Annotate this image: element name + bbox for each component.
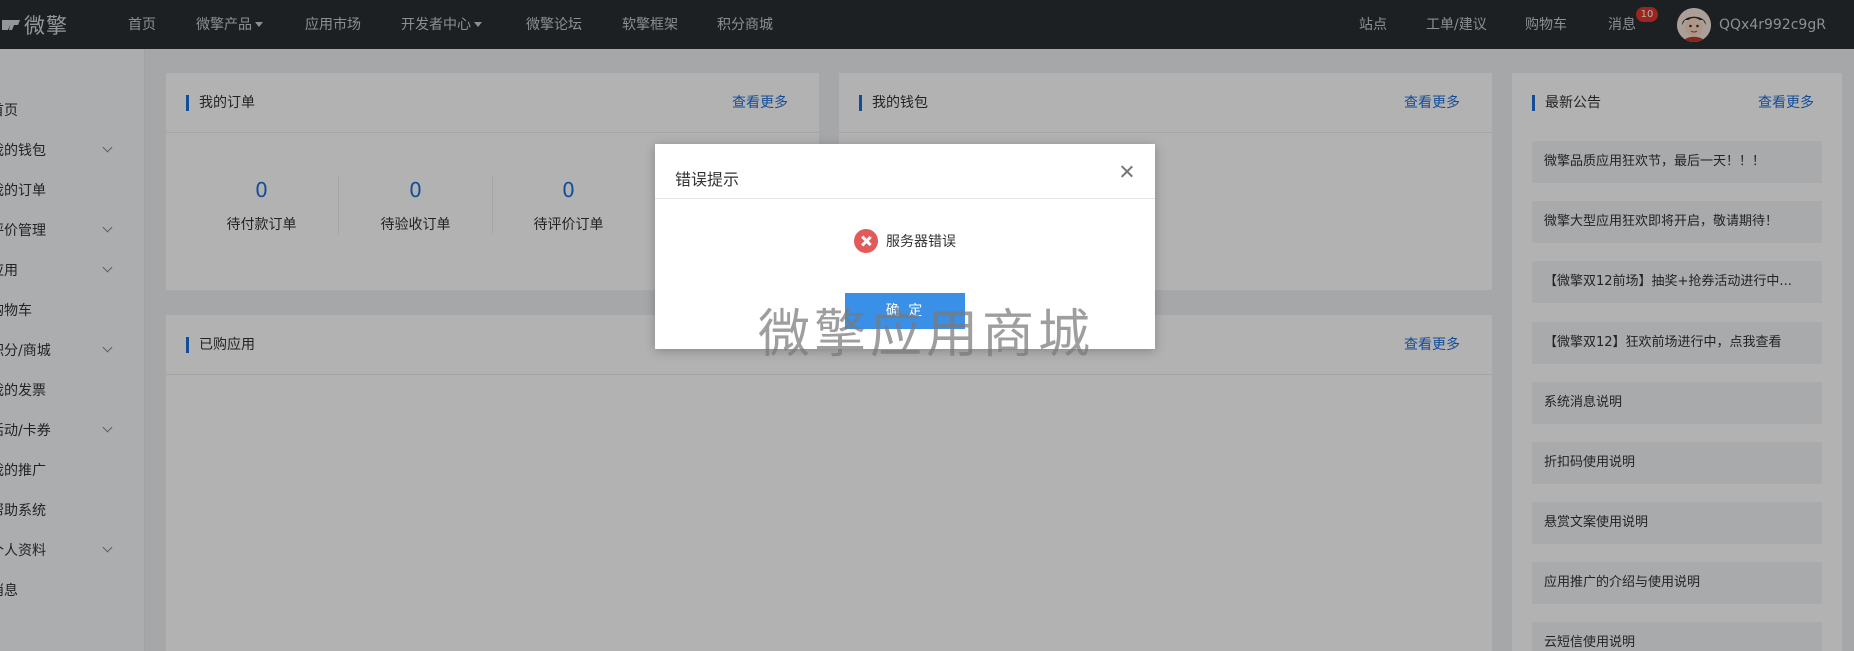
error-icon bbox=[854, 229, 878, 253]
close-icon[interactable] bbox=[1119, 164, 1135, 180]
dialog-title: 错误提示 bbox=[675, 170, 740, 189]
watermark: 微擎应用商城 bbox=[758, 305, 1095, 365]
dialog-message: 服务器错误 bbox=[655, 229, 1155, 253]
dialog-message-text: 服务器错误 bbox=[886, 234, 956, 250]
divider bbox=[655, 198, 1155, 199]
